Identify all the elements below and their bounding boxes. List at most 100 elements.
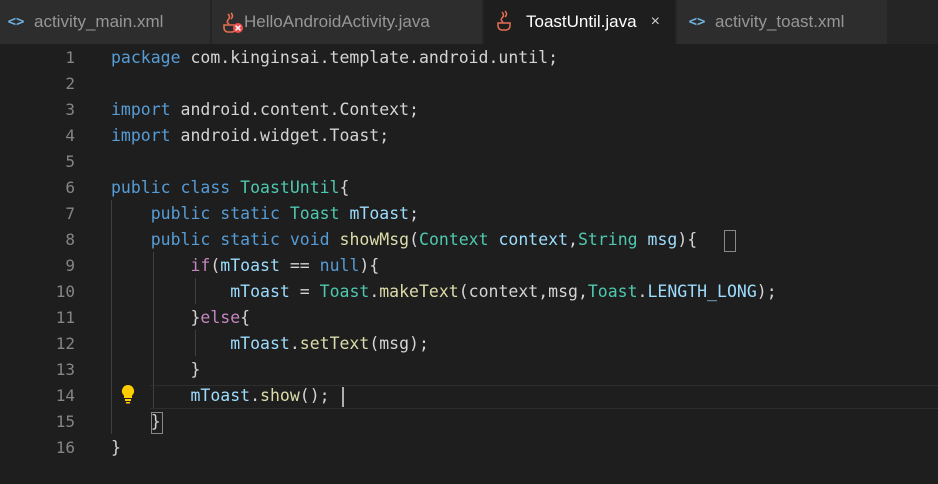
code-token: mToast <box>230 334 290 353</box>
code-token: android.content.Context; <box>170 100 419 119</box>
code-token: = <box>289 282 320 301</box>
code-line[interactable]: 7 public static Toast mToast; <box>0 201 938 227</box>
code-token: import <box>111 126 171 145</box>
code-token: static <box>220 230 280 249</box>
tab-toast-until-java[interactable]: ToastUntil.java × <box>484 0 675 44</box>
indent-guide <box>195 330 196 356</box>
code-token: null <box>319 256 360 275</box>
code-token: String <box>577 230 638 249</box>
tab-activity-main-xml[interactable]: <> activity_main.xml <box>0 0 210 44</box>
indent-guide <box>111 200 112 434</box>
code-line[interactable]: 8 public static void showMsg(Context con… <box>0 227 938 253</box>
code-line[interactable]: 6 public class ToastUntil{ <box>0 175 938 201</box>
code-text: mToast = Toast.makeText(context,msg,Toas… <box>111 279 776 305</box>
code-line[interactable]: 9 if(mToast == null){ <box>0 253 938 279</box>
line-number: 10 <box>55 282 75 301</box>
tab-label: HelloAndroidActivity.java <box>244 12 430 31</box>
code-token: ( <box>409 230 420 249</box>
code-text: } <box>111 357 200 383</box>
code-line[interactable]: 4 import android.widget.Toast; <box>0 123 938 149</box>
lightbulb-icon[interactable] <box>120 384 136 404</box>
line-number: 9 <box>65 256 75 275</box>
code-token: ){ <box>359 256 380 275</box>
code-token: static <box>220 204 280 223</box>
code-line[interactable]: 11 }else{ <box>0 305 938 331</box>
code-token: makeText <box>379 282 459 301</box>
code-token: } <box>111 308 201 327</box>
tab-activity-toast-xml[interactable]: <> activity_toast.xml <box>677 0 887 44</box>
code-token: LENGTH_LONG <box>647 282 757 301</box>
code-token: Context <box>419 230 489 249</box>
code-text: } <box>111 435 121 461</box>
code-token: class <box>180 178 231 197</box>
code-token: showMsg <box>339 230 410 249</box>
line-number: 1 <box>65 48 75 67</box>
code-token: (context,msg, <box>458 282 588 301</box>
code-line[interactable]: 2 <box>0 71 938 97</box>
tab-hello-android-activity-java[interactable]: HelloAndroidActivity.java <box>212 0 482 44</box>
code-line[interactable]: 13 } <box>0 357 938 383</box>
code-token: void <box>289 230 330 249</box>
tab-label: activity_toast.xml <box>715 12 845 31</box>
code-text: mToast.setText(msg); <box>111 331 429 357</box>
code-text: if(mToast == null){ <box>111 253 379 279</box>
current-line-highlight <box>150 385 938 409</box>
code-line[interactable]: 12 mToast.setText(msg); <box>0 331 938 357</box>
code-text: public static Toast mToast; <box>111 201 419 227</box>
code-line[interactable]: 15 } <box>0 409 938 435</box>
code-token: public <box>150 204 211 223</box>
code-line[interactable]: 10 mToast = Toast.makeText(context,msg,T… <box>0 279 938 305</box>
code-line[interactable]: 16} <box>0 435 938 461</box>
code-token: , <box>568 230 578 249</box>
line-number: 13 <box>55 360 75 379</box>
line-number: 8 <box>65 230 75 249</box>
code-token: setText <box>299 334 370 353</box>
code-token: if <box>190 256 211 275</box>
editor-tab-bar: <> activity_main.xml HelloAndroidActivit… <box>0 0 938 44</box>
line-number: 11 <box>55 308 75 327</box>
code-token: Toast <box>289 204 340 223</box>
indent-guide <box>195 278 196 304</box>
tab-label: ToastUntil.java <box>526 12 637 31</box>
code-token: { <box>240 308 251 327</box>
code-token: { <box>339 178 350 197</box>
code-text: import android.widget.Toast; <box>111 123 389 149</box>
code-token: . <box>289 334 300 353</box>
tab-label: activity_main.xml <box>34 12 164 31</box>
code-token: ; <box>409 204 419 223</box>
code-token: public <box>150 230 211 249</box>
code-token: android.widget.Toast; <box>170 126 390 145</box>
code-line[interactable]: 1 package com.kinginsai.template.android.… <box>0 45 938 71</box>
code-token: . <box>369 282 380 301</box>
code-token: mToast <box>349 204 410 223</box>
code-line[interactable]: 5 <box>0 149 938 175</box>
line-number: 2 <box>65 74 75 93</box>
xml-code-icon: <> <box>7 14 25 30</box>
code-token: public <box>111 178 171 197</box>
code-token: package <box>111 48 181 67</box>
line-number: 6 <box>65 178 75 197</box>
text-cursor <box>342 387 344 407</box>
close-icon[interactable]: × <box>651 13 660 31</box>
code-token: . <box>637 282 648 301</box>
code-token: ){ <box>677 230 698 249</box>
bracket-match-highlight <box>151 412 163 434</box>
code-editor[interactable]: 16} 15 } 14 mToast.show(); 13 } 12 mToast.se… <box>0 44 938 484</box>
code-token: } <box>111 438 121 457</box>
bracket-match-highlight <box>724 230 736 252</box>
code-token: msg <box>647 230 678 249</box>
code-line[interactable]: 3 import android.content.Context; <box>0 97 938 123</box>
code-token: else <box>200 308 241 327</box>
code-text: }else{ <box>111 305 250 331</box>
